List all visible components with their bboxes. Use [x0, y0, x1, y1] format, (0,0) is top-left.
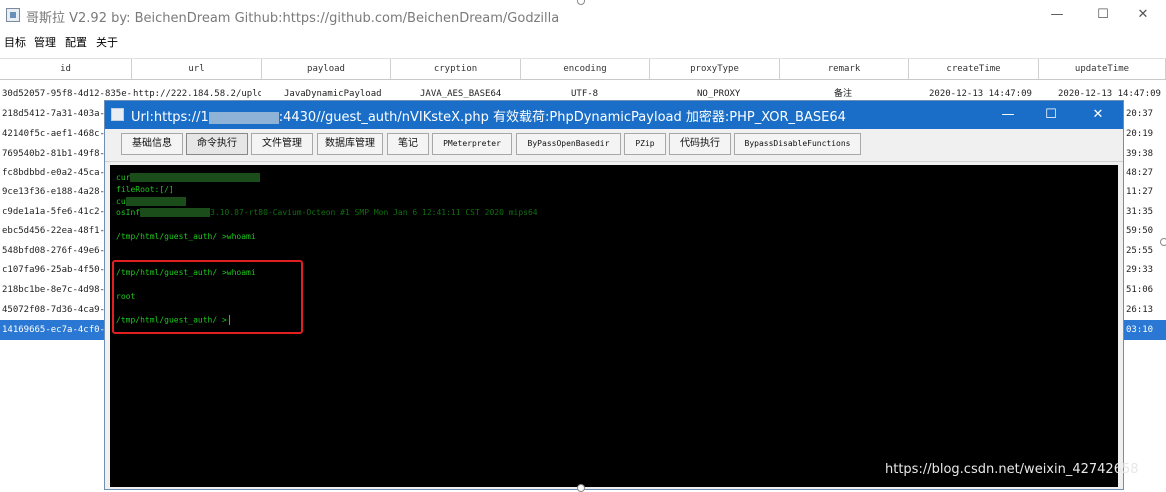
- cell-updatetime: 59:50: [1126, 226, 1154, 236]
- terminal-line: /tmp/html/guest_auth/ >whoami: [116, 232, 256, 241]
- cell-updatetime: 25:55: [1126, 246, 1154, 256]
- tab-bypass-disable-functions[interactable]: BypassDisableFunctions: [734, 133, 861, 155]
- menu-bar: [0, 32, 1166, 52]
- tab-notes[interactable]: 笔记: [387, 133, 429, 155]
- cell-id: 14169665-ec7a-4cf0-a4: [2, 325, 104, 335]
- column-header-id[interactable]: id: [0, 59, 132, 79]
- title-url-suffix: :4430//guest_auth/nVIKsteX.php 有效载荷:PhpD…: [278, 110, 846, 125]
- cell-updatetime: 20:19: [1126, 129, 1154, 139]
- cell-updatetime: 03:10: [1126, 325, 1154, 335]
- cell-updatetime: 51:06: [1126, 285, 1154, 295]
- highlight-box: [112, 260, 303, 334]
- cell-updatetime: 20:37: [1126, 109, 1154, 119]
- column-header-updatetime[interactable]: updateTime: [1039, 59, 1166, 79]
- tab-basic-info[interactable]: 基础信息: [121, 133, 183, 155]
- cell-updatetime: 11:27: [1126, 187, 1154, 197]
- shell-minimize-button[interactable]: —: [985, 101, 1031, 129]
- tab-file-manager[interactable]: 文件管理: [251, 133, 313, 155]
- cell-id: c107fa96-25ab-4f50-b7: [2, 265, 104, 275]
- terminal-line: fileRoot:[/]: [116, 185, 174, 194]
- terminal-line: osInf 3.10.87-rt80-Cavium-Octeon #1 SMP M…: [116, 208, 538, 217]
- column-header-cryption[interactable]: cryption: [391, 59, 521, 79]
- cell-updatetime: 31:35: [1126, 207, 1154, 217]
- main-titlebar: 哥斯拉 V2.92 by: BeichenDream Github:https:…: [0, 0, 1166, 32]
- column-header-payload[interactable]: payload: [262, 59, 391, 79]
- title-redaction: [208, 111, 279, 124]
- resize-handle-right[interactable]: [1160, 238, 1166, 246]
- shell-window: Url:https://1 :4430//guest_auth/nVIKsteX.…: [104, 100, 1124, 490]
- cell-updatetime: 48:27: [1126, 168, 1154, 178]
- terminal-line: cu: [116, 197, 186, 206]
- column-header-createtime[interactable]: createTime: [909, 59, 1039, 79]
- cell-id: 548bfd08-276f-49e6-b5: [2, 246, 104, 256]
- resize-handle-bottom[interactable]: [577, 484, 585, 492]
- cell-updatetime: 26:13: [1126, 305, 1154, 315]
- cell-id: 218bc1be-8e7c-4d98-bb: [2, 285, 104, 295]
- menu-about[interactable]: 关于: [96, 34, 118, 50]
- cell-updatetime: 29:33: [1126, 265, 1154, 275]
- redaction: [125, 197, 186, 206]
- table-header: id url payload cryption encoding proxyTy…: [0, 58, 1166, 80]
- menu-target[interactable]: 目标: [4, 34, 26, 50]
- column-header-encoding[interactable]: encoding: [521, 59, 650, 79]
- tab-pzip[interactable]: PZip: [624, 133, 666, 155]
- cell-id: fc8bdbbd-e0a2-45ca-a7: [2, 168, 104, 178]
- cell-id: 9ce13f36-e188-4a28-9b: [2, 187, 104, 197]
- redaction: [130, 173, 261, 182]
- terminal-line: cur: [116, 173, 261, 182]
- cell-id: 218d5412-7a31-403a-94: [2, 109, 104, 119]
- menu-config[interactable]: 配置: [65, 34, 87, 50]
- redaction: [140, 208, 211, 217]
- column-header-proxytype[interactable]: proxyType: [650, 59, 780, 79]
- close-button[interactable]: ✕: [1120, 0, 1166, 32]
- tab-command-exec[interactable]: 命令执行: [186, 133, 248, 155]
- shell-maximize-button[interactable]: ☐: [1028, 101, 1074, 129]
- shell-window-titlebar[interactable]: Url:https://1 :4430//guest_auth/nVIKsteX.…: [105, 101, 1123, 129]
- shell-window-title: Url:https://1 :4430//guest_auth/nVIKsteX.…: [131, 106, 846, 125]
- tab-database-manager[interactable]: 数据库管理: [317, 133, 383, 155]
- cell-id: 769540b2-81b1-49f8-87: [2, 149, 104, 159]
- menu-manage[interactable]: 管理: [34, 34, 56, 50]
- tab-bypass-openbasedir[interactable]: ByPassOpenBasedir: [516, 133, 621, 155]
- cell-id: 45072f08-7d36-4ca9-96: [2, 305, 104, 315]
- cell-id: c9de1a1a-5fe6-41c2-a3: [2, 207, 104, 217]
- column-header-remark[interactable]: remark: [780, 59, 909, 79]
- cell-id: 42140f5c-aef1-468c-95: [2, 129, 104, 139]
- watermark: https://blog.csdn.net/weixin_42742658: [885, 462, 1139, 477]
- cell-id: ebc5d456-22ea-48f1-97: [2, 226, 104, 236]
- app-icon: [6, 8, 20, 22]
- title-url-prefix: Url:https://1: [131, 110, 209, 125]
- tab-pmeterpreter[interactable]: PMeterpreter: [432, 133, 512, 155]
- shell-window-icon: [111, 108, 124, 121]
- shell-close-button[interactable]: ✕: [1075, 101, 1121, 129]
- tab-strip: 基础信息 命令执行 文件管理 数据库管理 笔记 PMeterpreter ByP…: [105, 129, 1123, 162]
- terminal-output[interactable]: cur fileRoot:[/] cu osInf 3.10.87-rt80-Ca…: [110, 165, 1118, 487]
- main-window-title: 哥斯拉 V2.92 by: BeichenDream Github:https:…: [26, 11, 560, 26]
- tab-code-exec[interactable]: 代码执行: [669, 133, 731, 155]
- column-header-url[interactable]: url: [132, 59, 262, 79]
- cell-updatetime: 39:38: [1126, 149, 1154, 159]
- minimize-button[interactable]: —: [1034, 0, 1080, 32]
